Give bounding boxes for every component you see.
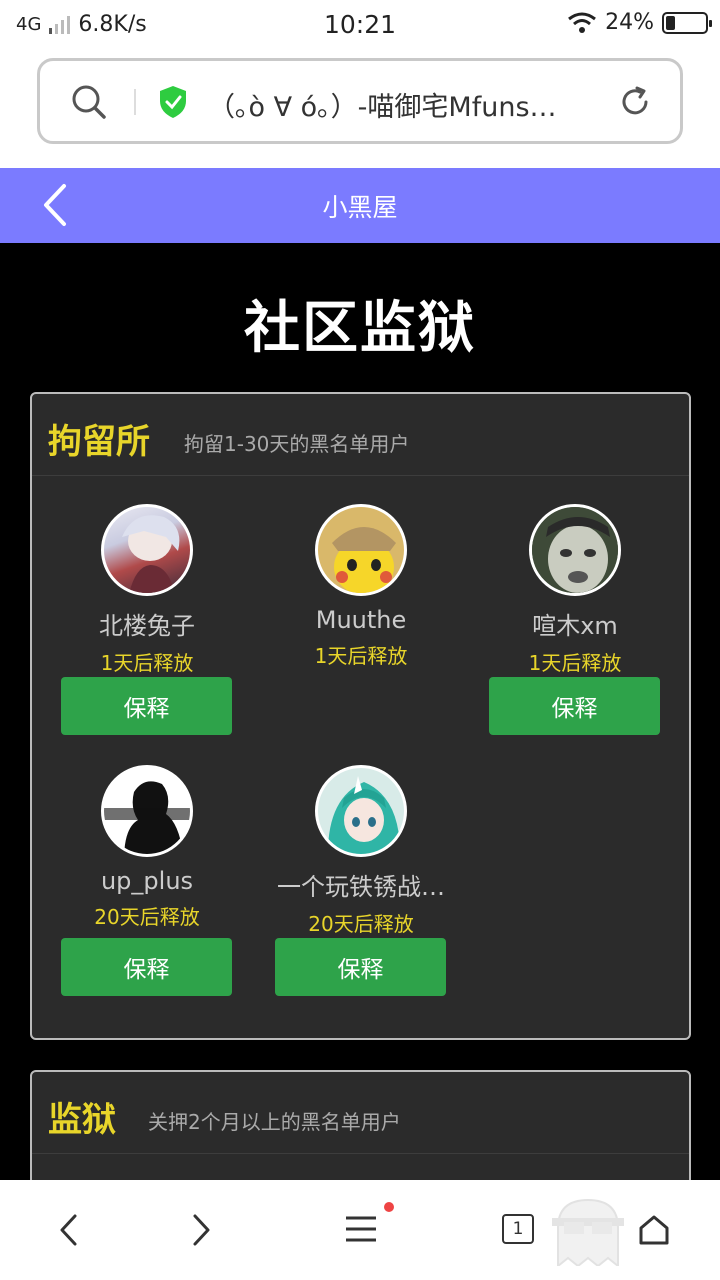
detention-subtitle: 拘留1-30天的黑名单用户 xyxy=(184,432,410,456)
user-card[interactable]: 喧木xm 1天后释放 xyxy=(468,504,682,676)
nav-forward-icon[interactable] xyxy=(190,1210,214,1250)
bail-button[interactable]: 保释 xyxy=(275,938,446,996)
page-title: 社区监狱 xyxy=(244,296,476,361)
detention-card: 拘留所 拘留1-30天的黑名单用户 北楼兔子 1天后释放 Muuthe 1天后释… xyxy=(30,392,691,1040)
user-card[interactable]: 北楼兔子 1天后释放 xyxy=(40,504,254,676)
avatar[interactable] xyxy=(315,765,407,857)
notification-dot xyxy=(384,1202,394,1212)
header-title: 小黑屋 xyxy=(322,193,398,222)
user-name: 北楼兔子 xyxy=(99,612,195,640)
release-time: 20天后释放 xyxy=(94,905,200,929)
shield-icon[interactable] xyxy=(158,85,188,119)
detention-header: 拘留所 拘留1-30天的黑名单用户 xyxy=(32,394,689,476)
user-card[interactable]: Muuthe 1天后释放 xyxy=(254,504,468,669)
avatar[interactable] xyxy=(529,504,621,596)
bail-button[interactable]: 保释 xyxy=(61,938,232,996)
status-right: 24% xyxy=(567,10,712,35)
user-name: Muuthe xyxy=(315,606,407,634)
avatar[interactable] xyxy=(101,504,193,596)
reload-icon[interactable] xyxy=(618,85,652,119)
app-header: 小黑屋 xyxy=(0,168,720,243)
release-time: 1天后释放 xyxy=(528,651,622,675)
avatar[interactable] xyxy=(101,765,193,857)
menu-icon[interactable] xyxy=(344,1214,378,1244)
ghost-mascot-icon xyxy=(552,1198,624,1266)
prison-card: 监狱 关押2个月以上的黑名单用户 xyxy=(30,1070,691,1180)
prison-title: 监狱 xyxy=(48,1100,116,1140)
user-name: 一个玩铁锈战… xyxy=(277,873,445,901)
page-content[interactable]: 社区监狱 拘留所 拘留1-30天的黑名单用户 北楼兔子 1天后释放 Muuthe… xyxy=(0,243,720,1180)
nav-back-icon[interactable] xyxy=(56,1210,80,1250)
avatar[interactable] xyxy=(315,504,407,596)
user-name: 喧木xm xyxy=(532,612,618,640)
battery-fill xyxy=(666,15,676,30)
bail-button[interactable]: 保释 xyxy=(489,677,660,735)
home-icon[interactable] xyxy=(638,1214,670,1246)
detention-title: 拘留所 xyxy=(48,422,150,462)
search-icon[interactable] xyxy=(70,83,108,121)
status-bar: 4G 6.8K/s 10:21 24% xyxy=(0,0,720,52)
user-card[interactable]: 一个玩铁锈战… 20天后释放 xyxy=(254,765,468,937)
browser-bottom-nav: 1 xyxy=(0,1180,720,1280)
user-card[interactable]: up_plus 20天后释放 xyxy=(40,765,254,930)
release-time: 1天后释放 xyxy=(100,651,194,675)
address-divider xyxy=(134,89,136,115)
release-time: 20天后释放 xyxy=(308,912,414,936)
bail-button[interactable]: 保释 xyxy=(61,677,232,735)
battery-percent: 24% xyxy=(605,10,654,35)
address-bar[interactable]: （｡ò ∀ ó｡）-喵御宅Mfuns… xyxy=(37,58,683,144)
browser-toolbar: （｡ò ∀ ó｡）-喵御宅Mfuns… xyxy=(0,52,720,168)
release-time: 1天后释放 xyxy=(314,644,408,668)
page-url-title[interactable]: （｡ò ∀ ó｡）-喵御宅Mfuns… xyxy=(208,85,598,124)
tabs-button[interactable]: 1 xyxy=(502,1214,534,1244)
prison-header: 监狱 关押2个月以上的黑名单用户 xyxy=(32,1072,689,1154)
wifi-icon xyxy=(568,12,597,33)
battery-icon xyxy=(662,11,712,34)
prison-subtitle: 关押2个月以上的黑名单用户 xyxy=(148,1110,401,1134)
user-name: up_plus xyxy=(100,867,194,895)
